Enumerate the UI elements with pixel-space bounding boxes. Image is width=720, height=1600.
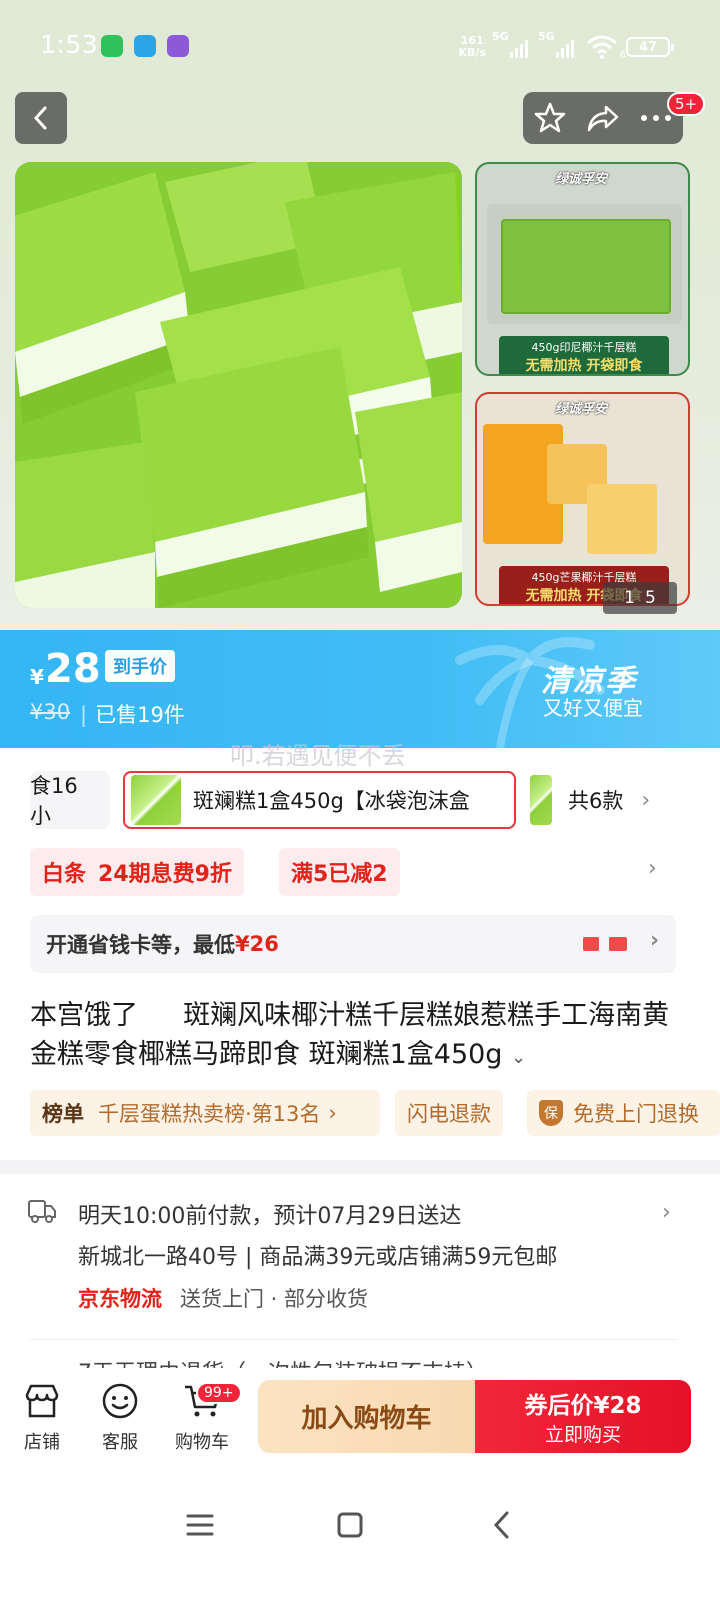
wechat-icon [101, 35, 123, 57]
truck-icon [28, 1198, 56, 1228]
menu-icon [186, 1514, 214, 1536]
ranking-tag[interactable]: 榜单 千层蛋糕热卖榜·第13名 › [30, 1090, 380, 1136]
green-cake-image [501, 219, 671, 314]
baitiao-promo[interactable]: 白条 24期息费9折 [30, 848, 244, 896]
jd-logistics-label: 京东物流 [78, 1287, 162, 1311]
menu-nav-button[interactable] [180, 1505, 220, 1545]
buy-now-label: 立即购买 [544, 1424, 621, 1446]
refund-tag[interactable]: 闪电退款 [395, 1090, 503, 1136]
home-square-icon [337, 1512, 363, 1538]
product-main-image[interactable] [15, 162, 462, 608]
coupon-icon [583, 937, 599, 951]
variant-label: 斑斓糕1盒450g【冰袋泡沫盒 [193, 789, 470, 813]
variant-option-selected[interactable]: 斑斓糕1盒450g【冰袋泡沫盒 [123, 771, 516, 829]
smile-chat-icon [90, 1380, 150, 1422]
chevron-right-icon[interactable]: › [662, 1200, 671, 1225]
image-counter: 15 [603, 582, 677, 614]
card-icon [609, 937, 627, 951]
cart-count-badge: 99+ [196, 1382, 242, 1404]
share-icon [587, 105, 619, 132]
variant-all-button[interactable]: 共6款 › [530, 771, 690, 829]
star-icon [534, 102, 565, 133]
back-arrow-icon [493, 1511, 509, 1539]
chevron-right-icon: › [650, 928, 660, 953]
favorite-button[interactable] [526, 92, 574, 144]
season-subtitle: 又好又便宜 [543, 696, 643, 720]
gallery-thumbnail-1[interactable]: 绿诚孚安 450g印尼椰汁千层糕 无需加热 开袋即食 [475, 162, 690, 376]
store-icon [12, 1380, 72, 1422]
chevron-down-icon: ⌄ [511, 1047, 527, 1068]
variant-thumbnail [530, 775, 552, 825]
pickup-return-tag[interactable]: 保 免费上门退换 [527, 1090, 720, 1136]
thumb-brand-logo: 绿诚孚安 [555, 402, 608, 417]
chevron-left-icon [33, 106, 47, 130]
variant-option-prev[interactable]: 食16小 [30, 771, 110, 829]
divider [30, 1339, 676, 1340]
gallery-thumbnail-2[interactable]: 绿诚孚安 450g芒果椰汁千层糕 无需加热 开袋即食 [475, 392, 690, 606]
wifi-icon: 6 [586, 35, 626, 61]
sold-count: | 已售19件 [80, 703, 185, 727]
store-button[interactable]: 店铺 [12, 1380, 72, 1454]
net-speed: 161 KB/s [458, 34, 486, 59]
more-dots-icon [641, 115, 672, 121]
back-nav-button[interactable] [482, 1505, 522, 1545]
status-time: 1:53 [40, 30, 99, 59]
original-price: ¥30 [30, 700, 71, 724]
product-title[interactable]: 本宫饿了 斑斓风味椰汁糕千层糕娘惹糕手工海南黄金糕零食椰糕马蹄即食 斑斓糕1盒4… [30, 996, 690, 1077]
variant-thumbnail [131, 775, 181, 825]
header-actions [523, 92, 683, 144]
status-bar: 1:53 161 KB/s 5G 5G 6 47 [0, 0, 720, 90]
delivery-services: 送货上门 · 部分收货 [180, 1287, 369, 1311]
home-nav-button[interactable] [330, 1505, 370, 1545]
delivery-carrier-row: 京东物流 送货上门 · 部分收货 [78, 1283, 368, 1313]
savings-card-row[interactable]: 开通省钱卡等，最低 ¥26 › [30, 915, 676, 973]
share-button[interactable] [579, 92, 627, 144]
price-currency: ¥ [30, 665, 44, 689]
chevron-right-icon: › [641, 787, 651, 813]
price-label-badge: 到手价 [105, 650, 175, 682]
delivery-estimate: 明天10:00前付款，预计07月29日送达 [78, 1204, 462, 1229]
watermark-text: 叩.若遇见便不丢 [230, 742, 406, 770]
thumb-brand-logo: 绿诚孚安 [555, 172, 608, 187]
discount-promo[interactable]: 满5已减2 [279, 848, 400, 896]
app-shield-icon [134, 35, 156, 57]
chevron-right-icon: › [328, 1101, 337, 1125]
layer-cake-image [15, 162, 462, 608]
cake-cube-image [587, 484, 657, 554]
add-to-cart-button[interactable]: 加入购物车 [258, 1380, 475, 1453]
coupon-price-label: 券后价¥28 [524, 1393, 642, 1419]
variant-count: 共6款 [568, 789, 624, 813]
battery-indicator: 47 [626, 37, 674, 57]
section-divider [0, 1160, 720, 1174]
delivery-address: 新城北一路40号 | 商品满39元或店铺满59元包邮 [78, 1245, 558, 1270]
app-purple-icon [167, 35, 189, 57]
thumb-caption: 450g印尼椰汁千层糕 无需加热 开袋即食 [499, 336, 669, 374]
status-indicators: 161 KB/s 5G 5G 6 47 [458, 30, 674, 64]
back-button[interactable] [15, 92, 67, 144]
shield-icon: 保 [539, 1100, 563, 1126]
shop-name: 本宫饿了 [30, 1000, 138, 1031]
buy-now-button[interactable]: 券后价¥28 立即购买 [475, 1380, 691, 1453]
signal-2-icon: 5G [538, 30, 578, 58]
message-badge: 5+ [667, 92, 706, 116]
signal-1-icon: 5G [492, 30, 532, 58]
chevron-right-icon[interactable]: › [648, 856, 657, 881]
price-value: 28 [45, 646, 101, 692]
customer-service-button[interactable]: 客服 [90, 1380, 150, 1454]
